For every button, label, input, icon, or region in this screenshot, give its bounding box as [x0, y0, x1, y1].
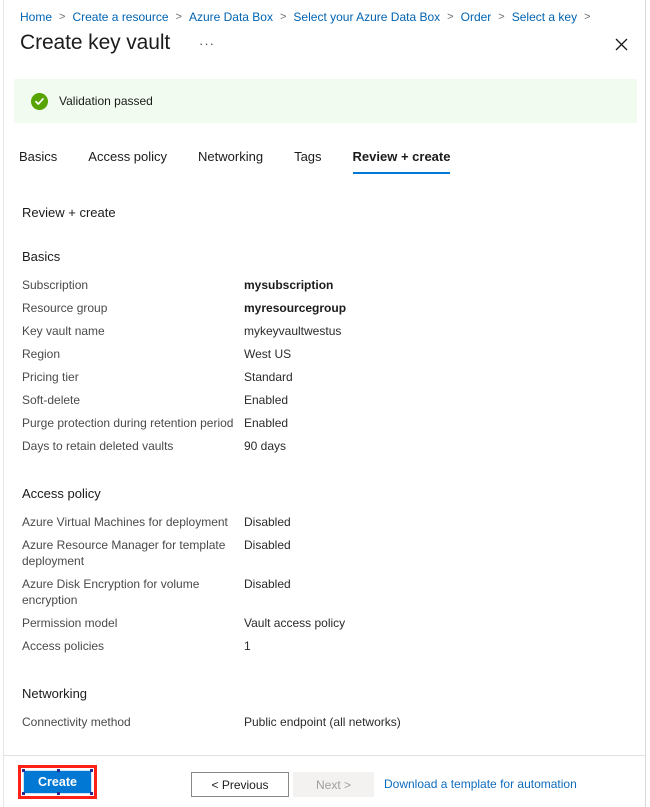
section-basics: Basics Subscription mysubscription Resource… [22, 249, 630, 454]
summary-value: Disabled [244, 515, 291, 529]
selection-handle [90, 792, 93, 795]
breadcrumb-item[interactable]: Order [461, 10, 492, 24]
breadcrumb-separator-icon: > [175, 11, 182, 23]
summary-row: Connectivity method Public endpoint (all … [22, 714, 630, 730]
summary-value: West US [244, 347, 292, 361]
breadcrumb-separator-icon: > [447, 11, 454, 23]
selection-handle [22, 769, 25, 772]
summary-key: Pricing tier [22, 370, 79, 384]
validation-message: Validation passed [59, 94, 153, 108]
selection-handle [56, 792, 60, 795]
breadcrumb-separator-icon: > [584, 11, 591, 23]
tab-review-create[interactable]: Review + create [352, 148, 450, 174]
summary-value: Standard [244, 370, 293, 384]
summary-key: Resource group [22, 301, 108, 315]
summary-key: Azure Disk Encryption for volume encrypt… [22, 577, 200, 607]
summary-row: Subscription mysubscription [22, 277, 630, 293]
review-content: Review + create Basics Subscription mysubs… [22, 205, 630, 737]
tab-access-policy[interactable]: Access policy [88, 148, 167, 174]
section-title: Basics [22, 249, 61, 264]
breadcrumb: Home > Create a resource > Azure Data Box > Se… [20, 8, 598, 26]
review-create-heading: Review + create [22, 205, 116, 220]
page-title: Create key vault [20, 31, 171, 54]
more-options-icon[interactable]: ··· [195, 31, 219, 57]
breadcrumb-item[interactable]: Azure Data Box [189, 10, 273, 24]
summary-key: Connectivity method [22, 715, 131, 729]
section-title: Access policy [22, 486, 101, 501]
summary-key: Azure Virtual Machines for deployment [22, 515, 228, 529]
summary-key: Access policies [22, 639, 105, 653]
summary-row: Pricing tier Standard [22, 369, 630, 385]
create-button[interactable]: Create [23, 770, 92, 794]
create-button-highlight: Create [18, 765, 97, 799]
summary-row: Azure Disk Encryption for volume encrypt… [22, 576, 630, 608]
blade-left-edge [3, 0, 4, 807]
summary-key: Soft-delete [22, 393, 81, 407]
selection-handle [90, 769, 93, 772]
summary-key: Purge protection during retention period [22, 416, 234, 430]
selection-handle [56, 769, 60, 772]
summary-key: Permission model [22, 616, 118, 630]
selection-handle [22, 792, 25, 795]
check-circle-icon [31, 92, 48, 110]
summary-value: mykeyvaultwestus [244, 324, 342, 338]
section-networking: Networking Connectivity method Public endp… [22, 686, 630, 730]
summary-row: Resource group myresourcegroup [22, 300, 630, 316]
close-icon[interactable] [610, 33, 632, 55]
summary-value: Disabled [244, 577, 291, 591]
create-key-vault-blade: Home > Create a resource > Azure Data Box > Se… [0, 0, 650, 807]
summary-key: Subscription [22, 278, 89, 292]
breadcrumb-item[interactable]: Home [20, 10, 52, 24]
blade-right-edge [645, 0, 646, 807]
section-title: Networking [22, 686, 88, 701]
summary-value: myresourcegroup [244, 301, 347, 315]
summary-value: 1 [244, 639, 251, 653]
summary-row: Azure Resource Manager for template depl… [22, 537, 630, 569]
breadcrumb-item[interactable]: Select a key [512, 10, 577, 24]
breadcrumb-separator-icon: > [279, 11, 287, 23]
summary-row: Permission model Vault access policy [22, 615, 630, 631]
summary-key: Azure Resource Manager for template depl… [22, 538, 226, 568]
summary-row: Purge protection during retention period… [22, 415, 630, 431]
summary-row: Soft-delete Enabled [22, 392, 630, 408]
breadcrumb-separator-icon: > [59, 11, 66, 23]
summary-value: mysubscription [244, 278, 334, 292]
download-template-link[interactable]: Download a template for automation [384, 777, 577, 792]
summary-value: Disabled [244, 538, 291, 552]
summary-key: Key vault name [22, 324, 105, 338]
next-button: Next > [293, 772, 374, 797]
blade-title-row: Create key vault ··· [20, 29, 634, 59]
blade-footer: Create < Previous Next > Download a temp… [4, 755, 645, 807]
summary-row: Region West US [22, 346, 630, 362]
summary-key: Region [22, 347, 61, 361]
summary-value: Public endpoint (all networks) [244, 715, 401, 729]
validation-banner: Validation passed [14, 79, 637, 123]
summary-row: Access policies 1 [22, 638, 630, 654]
breadcrumb-separator-icon: > [498, 11, 505, 23]
tab-basics[interactable]: Basics [19, 148, 57, 174]
tab-list: Basics Access policy Networking Tags Review … [19, 148, 481, 176]
previous-button[interactable]: < Previous [191, 772, 289, 797]
summary-row: Key vault name mykeyvaultwestus [22, 323, 630, 339]
breadcrumb-item[interactable]: Select your Azure Data Box [293, 10, 440, 24]
summary-value: Enabled [244, 416, 289, 430]
summary-value: Vault access policy [244, 616, 346, 630]
tab-tags[interactable]: Tags [294, 148, 321, 174]
summary-value: 90 days [244, 439, 287, 453]
tab-networking[interactable]: Networking [198, 148, 263, 174]
breadcrumb-item[interactable]: Create a resource [72, 10, 168, 24]
section-access-policy: Access policy Azure Virtual Machines for … [22, 486, 630, 654]
review-sections: Basics Subscription mysubscription Resource… [22, 249, 630, 730]
summary-row: Azure Virtual Machines for deployment Dis… [22, 514, 630, 530]
summary-value: Enabled [244, 393, 289, 407]
summary-row: Days to retain deleted vaults 90 days [22, 438, 630, 454]
summary-key: Days to retain deleted vaults [22, 439, 174, 453]
